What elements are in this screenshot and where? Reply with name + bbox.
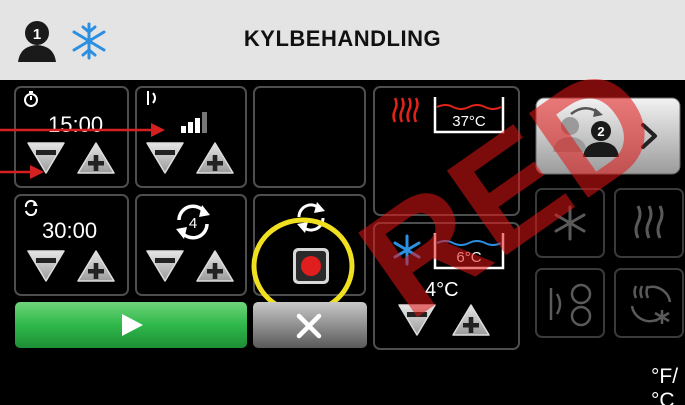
cycle-count-tile[interactable]: 4	[135, 194, 247, 296]
heat-cold-cycle-icon	[630, 285, 672, 324]
header-bar: 1 KYLBEHANDLING	[0, 0, 685, 80]
start-button[interactable]	[15, 302, 247, 348]
heat-bath-icon: 37°C	[392, 97, 505, 134]
pulse-icon	[147, 91, 156, 105]
hot-bath-tile[interactable]: 37°C	[373, 86, 520, 216]
snowflake-icon	[554, 205, 586, 241]
switch-user-button[interactable]: 2	[535, 97, 681, 175]
cycle-timer-icon	[24, 199, 38, 216]
combined-mode-button[interactable]	[535, 268, 605, 338]
timer-2-increase-button[interactable]	[74, 248, 118, 284]
cycle-decrease-button[interactable]	[143, 248, 187, 284]
svg-text:2: 2	[597, 124, 604, 139]
contrast-mode-button[interactable]	[614, 268, 684, 338]
signal-level-icon	[181, 112, 207, 133]
page-title: KYLBEHANDLING	[243, 26, 442, 51]
cycle-count-value: 4	[189, 215, 197, 232]
heat-mode-button[interactable]	[614, 188, 684, 258]
repeat-cycle-icon: 4	[176, 204, 210, 240]
snowflake-icon	[393, 234, 421, 266]
timer-2-value: 30:00	[42, 218, 98, 243]
timer-2-tile[interactable]: 30:00	[14, 194, 129, 296]
heat-waves-icon	[634, 205, 664, 239]
cold-setpoint-value: 4°C	[425, 279, 459, 301]
hot-bath-temp: 37°C	[452, 113, 486, 130]
cancel-button[interactable]	[253, 302, 367, 348]
setpoint-decrease-button[interactable]	[395, 302, 439, 338]
cold-bath-icon: 6°C	[393, 233, 505, 270]
stopwatch-icon	[24, 91, 38, 107]
cold-mode-button[interactable]	[535, 188, 605, 258]
cold-bath-temp: 6°C	[456, 249, 481, 266]
cold-bath-tile[interactable]: 6°C 4°C	[373, 222, 520, 350]
pulse-cold-heat-icon	[549, 283, 592, 327]
timer-2-decrease-button[interactable]	[24, 248, 68, 284]
setpoint-increase-button[interactable]	[449, 302, 493, 338]
temperature-unit-toggle[interactable]: °F/°C	[651, 365, 685, 405]
cycle-increase-button[interactable]	[193, 248, 237, 284]
callout-arrows	[0, 123, 165, 179]
empty-tile	[253, 86, 366, 188]
screen: 1 KYLBEHANDLING 15:00 30:00 4 37°C 6°C 4…	[0, 0, 685, 405]
intensity-increase-button[interactable]	[193, 140, 237, 176]
